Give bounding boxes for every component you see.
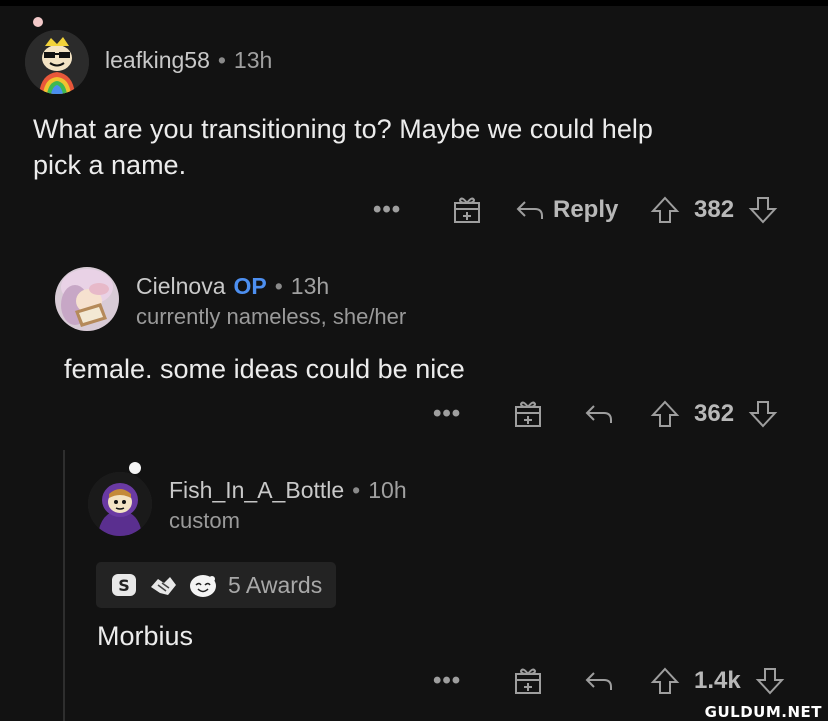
gift-icon [454,197,480,223]
timestamp: 13h [290,273,330,299]
handshake-award-icon [151,577,176,595]
comment-meta: Fish_In_A_Bottle • 10h [169,477,407,504]
user-flair: currently nameless, she/her [136,304,407,329]
reply-arrow-icon [516,201,543,219]
vote-count: 362 [694,400,735,427]
gift-icon [515,401,541,427]
vote-count: 382 [694,196,735,223]
reply-label: Reply [553,196,619,223]
comment-meta: leafking58 • 13h [105,47,272,74]
snoo-avatar-icon [25,30,89,94]
reply-button[interactable]: Reply [515,190,618,230]
comment-body-line: pick a name. [33,150,187,180]
watermark-text: GULDUM.NET [704,703,822,721]
timestamp: 13h [233,47,273,73]
top-edge-bar [0,0,828,6]
avatar-badge-dot [129,462,141,474]
comment-meta: Cielnova OP • 13h [136,273,329,300]
upvote-icon[interactable] [650,666,680,696]
give-award-button[interactable] [452,190,482,230]
comment-body: What are you transitioning to? Maybe we … [33,111,813,183]
avatar[interactable] [25,30,89,94]
avatar[interactable] [88,472,152,536]
gift-icon [515,668,541,694]
downvote-icon[interactable] [755,666,785,696]
meta-separator: • [352,477,361,503]
give-award-button[interactable] [513,661,543,701]
downvote-icon[interactable] [748,195,778,225]
wholesome-award-icon [190,575,216,597]
more-options-button[interactable]: ••• [433,661,461,701]
upvote-icon[interactable] [650,195,680,225]
reply-arrow-icon [585,672,612,690]
avatar-badge-dot [33,17,43,27]
comment-body-line: What are you transitioning to? Maybe we … [33,114,653,144]
svg-text:S: S [118,576,130,595]
vote-controls: 1.4k [650,661,785,701]
reply-button[interactable] [584,394,614,434]
meta-separator: • [274,273,283,299]
more-options-button[interactable]: ••• [373,190,401,230]
username[interactable]: Fish_In_A_Bottle [169,477,344,504]
comment-body: female. some ideas could be nice [64,354,465,384]
timestamp: 10h [368,477,407,503]
user-flair: custom [169,508,240,533]
vote-count: 1.4k [694,667,741,694]
comment-body: Morbius [97,621,194,651]
vote-controls: 362 [650,394,778,434]
meta-separator: • [217,47,226,73]
downvote-icon[interactable] [748,399,778,429]
anime-avatar-icon [55,267,119,331]
reply-arrow-icon [585,405,612,423]
more-options-button[interactable]: ••• [433,394,461,434]
avatar[interactable] [55,267,119,331]
username[interactable]: leafking58 [105,47,210,74]
upvote-icon[interactable] [650,399,680,429]
vote-controls: 382 [650,190,778,230]
reply-button[interactable] [584,661,614,701]
give-award-button[interactable] [513,394,543,434]
comment-actions: ••• Reply 382 [0,190,828,230]
comment-actions: ••• 1.4k [0,661,828,701]
username[interactable]: Cielnova [136,273,226,300]
comment-actions: ••• 362 [0,394,828,434]
op-badge: OP [233,273,267,299]
awards-bar[interactable]: S 5 Awards [96,562,337,608]
silver-award-icon: S [112,574,136,596]
awards-count: 5 Awards [228,571,323,598]
snoo-avatar-icon [88,472,152,536]
